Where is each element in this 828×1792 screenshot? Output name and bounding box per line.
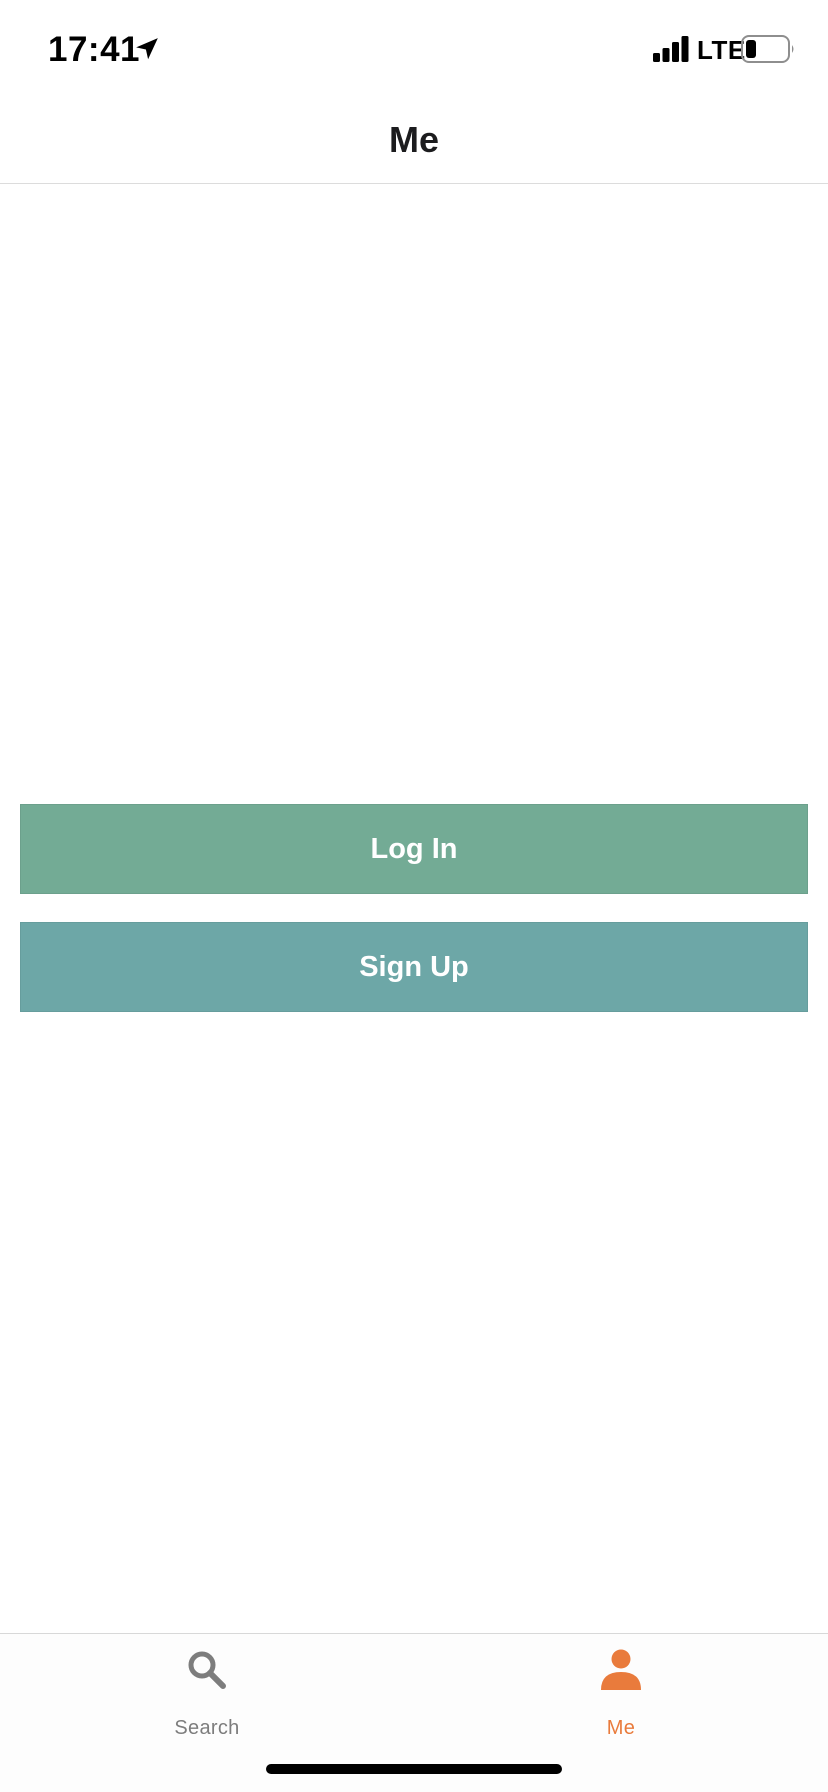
search-icon — [188, 1651, 226, 1689]
battery-icon — [741, 35, 794, 63]
status-bar: 17:41 LTE — [0, 0, 828, 100]
status-time: 17:41 — [48, 30, 141, 69]
tab-search-label: Search — [174, 1717, 240, 1739]
tab-me-label: Me — [606, 1717, 636, 1739]
cellular-signal-icon — [653, 36, 689, 62]
sign-up-button[interactable]: Sign Up — [20, 922, 808, 1012]
page-title: Me — [388, 119, 439, 160]
network-type-label: LTE — [697, 35, 746, 65]
tab-me[interactable]: Me — [414, 1634, 828, 1744]
home-indicator[interactable] — [266, 1764, 562, 1774]
tab-search[interactable]: Search — [0, 1634, 414, 1744]
navigation-bar: Me — [0, 100, 828, 184]
log-in-button[interactable]: Log In — [20, 804, 808, 894]
person-icon — [601, 1649, 641, 1690]
location-arrow-icon — [136, 38, 158, 60]
